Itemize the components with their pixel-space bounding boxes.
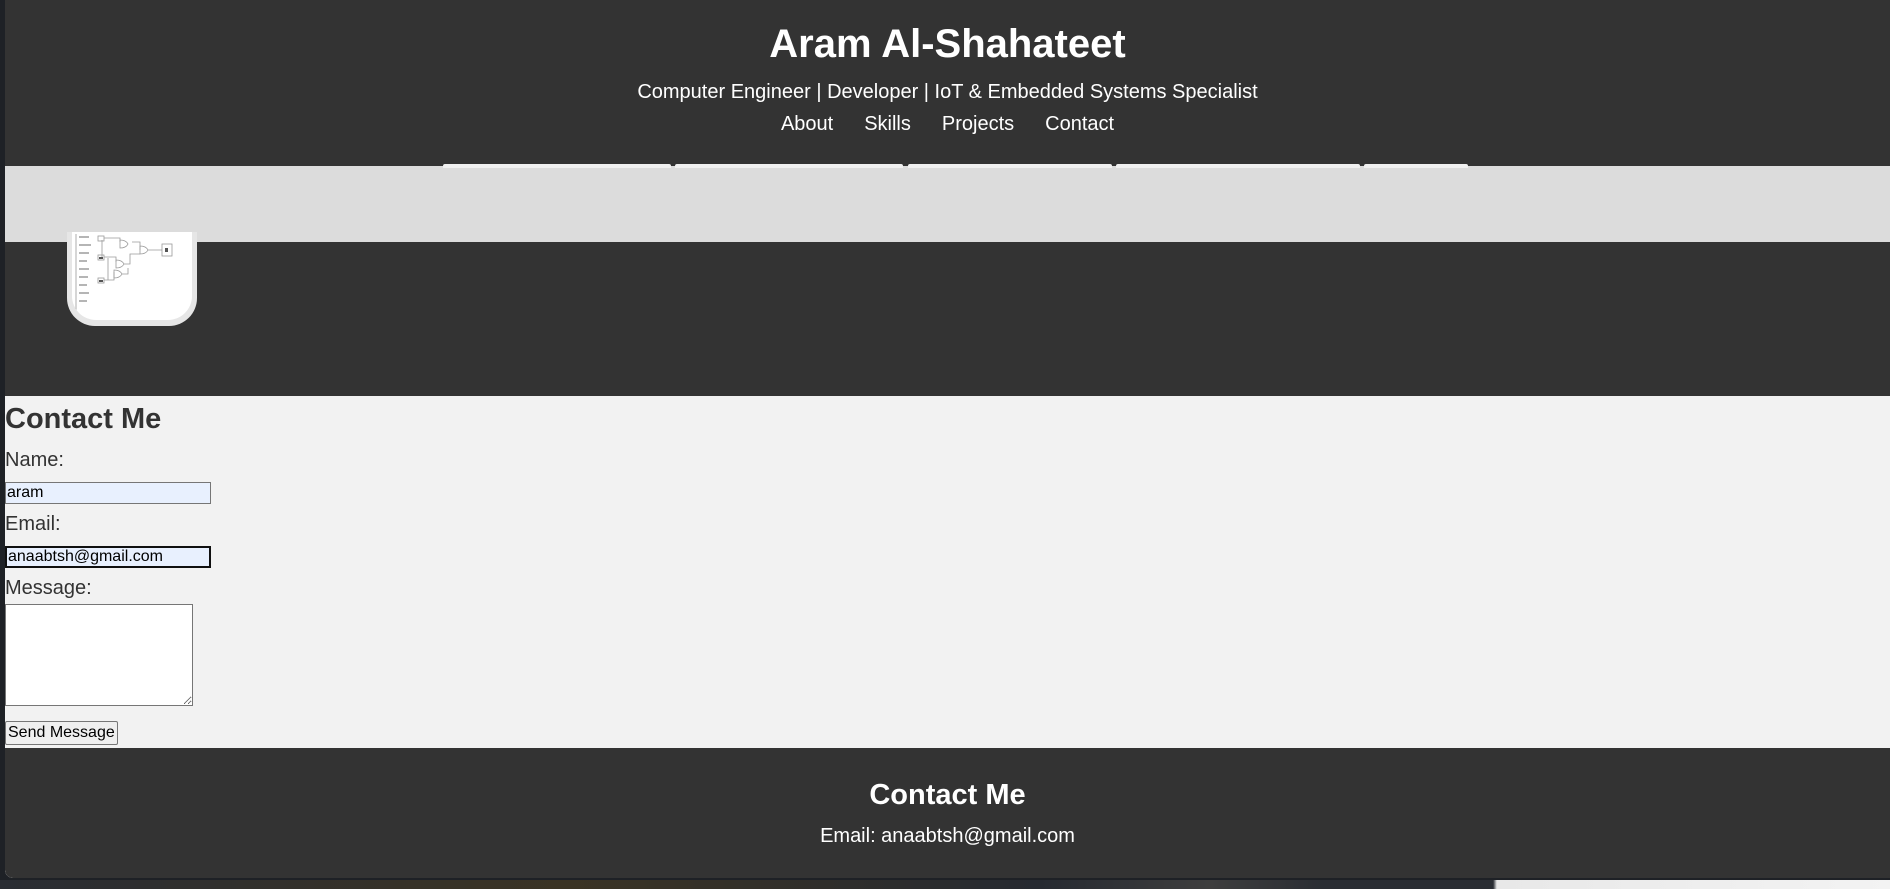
desktop-background-strip [0, 880, 1890, 889]
email-label: Email: [5, 513, 61, 535]
band-tab [1116, 164, 1360, 168]
projects-section [5, 242, 1890, 396]
web-page: Aram Al-Shahateet Computer Engineer | De… [5, 0, 1890, 878]
footer-email: Email: anaabtsh@gmail.com [820, 825, 1075, 847]
contact-heading: Contact Me [5, 403, 162, 435]
name-label: Name: [5, 449, 64, 471]
band-tab [908, 164, 1112, 168]
band-tab [443, 164, 671, 168]
band-tab [675, 164, 903, 168]
nav-link-contact[interactable]: Contact [1045, 112, 1114, 136]
footer-heading: Contact Me [869, 779, 1026, 811]
skills-band [5, 166, 1890, 242]
project-card-image[interactable] [67, 232, 197, 326]
contact-section: Contact Me Name: Email: Message: Send Me… [5, 396, 1890, 748]
nav-link-skills[interactable]: Skills [864, 112, 911, 136]
site-title: Aram Al-Shahateet [769, 22, 1126, 66]
send-message-button[interactable]: Send Message [5, 721, 118, 745]
band-tab [1364, 164, 1468, 168]
nav-link-about[interactable]: About [781, 112, 833, 136]
email-input[interactable] [5, 546, 211, 568]
site-header: Aram Al-Shahateet Computer Engineer | De… [5, 0, 1890, 166]
message-textarea[interactable] [5, 604, 193, 706]
message-label: Message: [5, 577, 92, 599]
site-subtitle: Computer Engineer | Developer | IoT & Em… [637, 81, 1258, 103]
nav-link-projects[interactable]: Projects [942, 112, 1014, 136]
logic-circuit-diagram-icon [72, 232, 192, 320]
site-footer: Contact Me Email: anaabtsh@gmail.com [5, 748, 1890, 878]
name-input[interactable] [5, 482, 211, 504]
main-nav: About Skills Projects Contact [5, 112, 1890, 136]
